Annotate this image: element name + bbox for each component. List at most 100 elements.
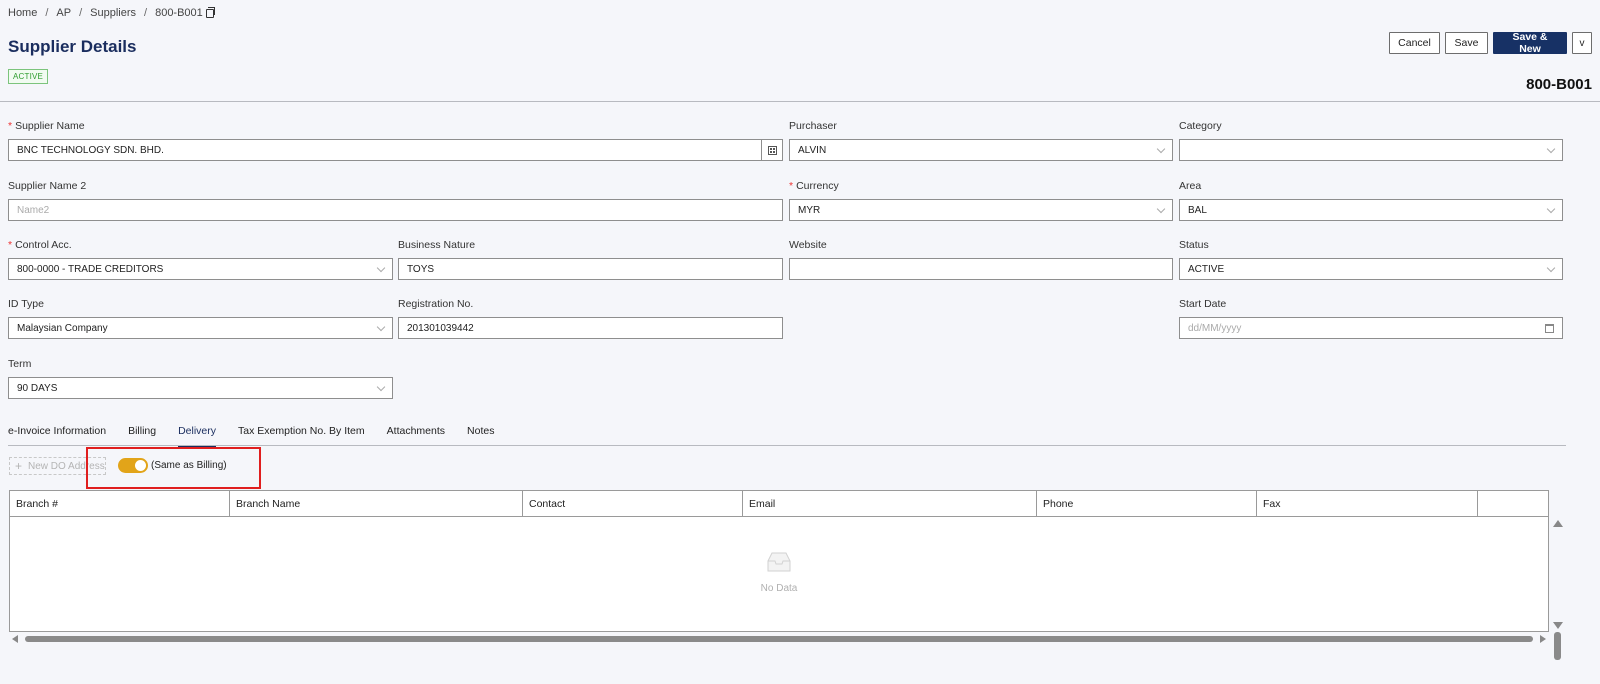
more-options-button[interactable]: v bbox=[1572, 32, 1592, 54]
column-contact[interactable]: Contact bbox=[523, 491, 743, 516]
breadcrumb: Home / AP / Suppliers / 800-B001 bbox=[8, 6, 215, 19]
supplier-name-2-input[interactable]: Name2 bbox=[8, 199, 783, 221]
column-actions bbox=[1478, 491, 1548, 516]
website-input[interactable] bbox=[789, 258, 1173, 280]
delivery-address-table: Branch # Branch Name Contact Email Phone… bbox=[9, 490, 1549, 632]
plus-icon: + bbox=[15, 459, 23, 473]
column-phone[interactable]: Phone bbox=[1037, 491, 1257, 516]
currency-select[interactable]: MYR bbox=[789, 199, 1173, 221]
chevron-down-icon: v bbox=[1579, 37, 1585, 49]
purchaser-field: Purchaser ALVIN bbox=[789, 120, 1173, 161]
control-acc-label: Control Acc. bbox=[15, 239, 72, 251]
column-fax[interactable]: Fax bbox=[1257, 491, 1478, 516]
breadcrumb-ap[interactable]: AP bbox=[56, 7, 71, 19]
supplier-name-input[interactable]: BNC TECHNOLOGY SDN. BHD. bbox=[8, 139, 783, 161]
column-branch-no[interactable]: Branch # bbox=[10, 491, 230, 516]
tab-tax-exemption[interactable]: Tax Exemption No. By Item bbox=[238, 425, 365, 447]
column-email[interactable]: Email bbox=[743, 491, 1037, 516]
save-new-button[interactable]: Save & New bbox=[1493, 31, 1567, 55]
business-nature-field: Business Nature TOYS bbox=[398, 239, 783, 280]
copy-icon[interactable] bbox=[205, 6, 215, 18]
chevron-down-icon bbox=[1546, 204, 1556, 214]
supplier-name-field: * Supplier Name BNC TECHNOLOGY SDN. BHD. bbox=[8, 120, 783, 161]
id-type-field: ID Type Malaysian Company bbox=[8, 298, 393, 339]
category-label: Category bbox=[1179, 120, 1222, 132]
tab-delivery[interactable]: Delivery bbox=[178, 425, 217, 447]
cancel-button[interactable]: Cancel bbox=[1389, 32, 1440, 54]
breadcrumb-separator: / bbox=[79, 7, 83, 19]
category-field: Category bbox=[1179, 120, 1563, 161]
calendar-icon[interactable] bbox=[1545, 324, 1554, 333]
breadcrumb-suppliers[interactable]: Suppliers bbox=[90, 7, 136, 19]
registration-no-input[interactable]: 201301039442 bbox=[398, 317, 783, 339]
business-nature-label: Business Nature bbox=[398, 239, 476, 251]
scrollbar-thumb[interactable] bbox=[25, 636, 1533, 642]
tab-attachments[interactable]: Attachments bbox=[387, 425, 445, 447]
breadcrumb-home[interactable]: Home bbox=[8, 7, 37, 19]
qr-lookup-button[interactable] bbox=[761, 139, 783, 161]
tab-divider bbox=[8, 445, 1566, 446]
supplier-name-label: Supplier Name bbox=[15, 120, 85, 132]
scroll-up-icon[interactable] bbox=[1553, 520, 1563, 527]
chevron-down-icon bbox=[1546, 263, 1556, 273]
empty-text: No Data bbox=[760, 583, 798, 594]
start-date-input[interactable]: dd/MM/yyyy bbox=[1179, 317, 1563, 339]
horizontal-scrollbar[interactable] bbox=[9, 634, 1549, 644]
area-label: Area bbox=[1179, 180, 1202, 192]
status-badge: ACTIVE bbox=[8, 69, 49, 84]
start-date-label: Start Date bbox=[1179, 298, 1227, 310]
column-branch-name[interactable]: Branch Name bbox=[230, 491, 523, 516]
purchaser-select[interactable]: ALVIN bbox=[789, 139, 1173, 161]
supplier-name-2-field: Supplier Name 2 Name2 bbox=[8, 180, 783, 221]
start-date-field: Start Date dd/MM/yyyy bbox=[1179, 298, 1563, 339]
control-acc-select[interactable]: 800-0000 - TRADE CREDITORS bbox=[8, 258, 393, 280]
qr-code-icon bbox=[767, 145, 777, 155]
status-select[interactable]: ACTIVE bbox=[1179, 258, 1563, 280]
save-button[interactable]: Save bbox=[1445, 32, 1488, 54]
breadcrumb-current: 800-B001 bbox=[155, 7, 203, 19]
chevron-down-icon bbox=[376, 263, 386, 273]
chevron-down-icon bbox=[376, 382, 386, 392]
empty-inbox-icon bbox=[767, 552, 791, 572]
same-as-billing-label: (Same as Billing) bbox=[151, 460, 227, 471]
status-field: Status ACTIVE bbox=[1179, 239, 1563, 280]
category-select[interactable] bbox=[1179, 139, 1563, 161]
vertical-scrollbar-thumb[interactable] bbox=[1554, 632, 1561, 660]
business-nature-input[interactable]: TOYS bbox=[398, 258, 783, 280]
vertical-scrollbar[interactable] bbox=[1551, 516, 1563, 660]
scroll-down-icon[interactable] bbox=[1553, 622, 1563, 629]
chevron-down-icon bbox=[1156, 144, 1166, 154]
purchaser-label: Purchaser bbox=[789, 120, 837, 132]
scroll-left-icon[interactable] bbox=[12, 635, 18, 643]
tab-notes[interactable]: Notes bbox=[467, 425, 494, 447]
tab-e-invoice[interactable]: e-Invoice Information bbox=[8, 425, 106, 447]
detail-tabs: e-Invoice Information Billing Delivery T… bbox=[8, 425, 516, 447]
breadcrumb-separator: / bbox=[144, 7, 148, 19]
area-field: Area BAL bbox=[1179, 180, 1563, 221]
id-type-select[interactable]: Malaysian Company bbox=[8, 317, 393, 339]
tab-billing[interactable]: Billing bbox=[128, 425, 156, 447]
registration-no-label: Registration No. bbox=[398, 298, 474, 310]
breadcrumb-separator: / bbox=[45, 7, 49, 19]
id-type-label: ID Type bbox=[8, 298, 44, 310]
status-label: Status bbox=[1179, 239, 1209, 251]
action-bar: Cancel Save Save & New v bbox=[1389, 31, 1592, 55]
table-header: Branch # Branch Name Contact Email Phone… bbox=[10, 491, 1548, 517]
page-title: Supplier Details bbox=[8, 37, 137, 56]
term-select[interactable]: 90 DAYS bbox=[8, 377, 393, 399]
new-do-address-button[interactable]: + New DO Address bbox=[9, 457, 106, 475]
website-field: Website bbox=[789, 239, 1173, 280]
same-as-billing-toggle[interactable] bbox=[118, 458, 148, 473]
area-select[interactable]: BAL bbox=[1179, 199, 1563, 221]
term-field: Term 90 DAYS bbox=[8, 358, 393, 399]
empty-state: No Data bbox=[10, 551, 1548, 594]
currency-label: Currency bbox=[796, 180, 839, 192]
scroll-right-icon[interactable] bbox=[1540, 635, 1546, 643]
chevron-down-icon bbox=[376, 322, 386, 332]
header-divider bbox=[0, 101, 1600, 102]
currency-field: * Currency MYR bbox=[789, 180, 1173, 221]
same-as-billing-toggle-group: (Same as Billing) bbox=[118, 458, 227, 473]
term-label: Term bbox=[8, 358, 32, 370]
chevron-down-icon bbox=[1156, 204, 1166, 214]
supplier-name-2-label: Supplier Name 2 bbox=[8, 180, 87, 192]
